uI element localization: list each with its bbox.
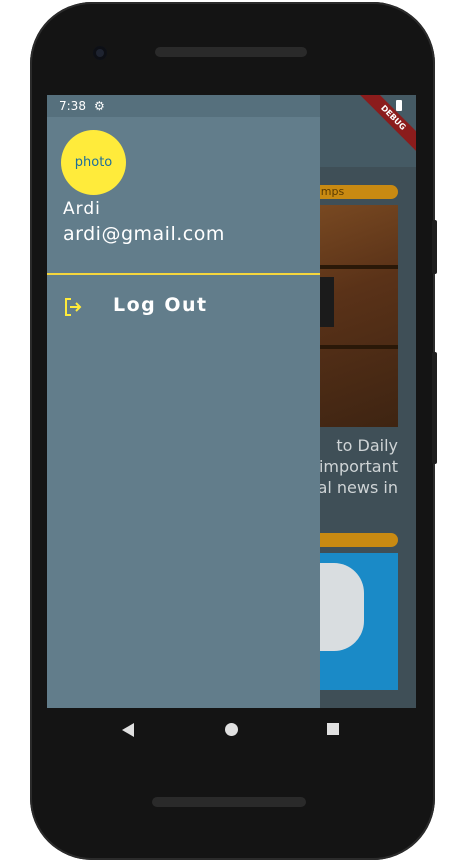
front-camera <box>93 46 107 60</box>
avatar-label: photo <box>74 155 113 170</box>
power-button <box>432 352 437 464</box>
recents-icon[interactable] <box>327 723 339 735</box>
drawer-divider <box>47 273 320 275</box>
home-icon[interactable] <box>225 723 238 736</box>
user-email: ardi@gmail.com <box>63 223 225 245</box>
system-nav-bar <box>47 708 416 753</box>
navigation-drawer: 7:38 ⚙ photo Ardi ardi@gmail.com Log Out <box>47 95 320 708</box>
user-name: Ardi <box>63 199 101 219</box>
news-text-line: important <box>318 457 398 476</box>
status-time: 7:38 <box>59 99 86 113</box>
bottom-speaker <box>152 797 306 807</box>
news-card-text[interactable]: to Daily important al news in <box>313 435 398 498</box>
back-icon[interactable] <box>122 723 134 737</box>
earpiece-speaker <box>155 47 307 57</box>
screen: 7:38 ⚙ amps to Daily important al news i… <box>47 95 416 708</box>
drawer-status-bar: 7:38 ⚙ <box>47 95 320 117</box>
news-text-line: to Daily <box>336 436 398 455</box>
logout-menu-item[interactable]: Log Out <box>47 290 320 326</box>
gear-icon: ⚙ <box>94 99 105 113</box>
avatar[interactable]: photo <box>61 130 126 195</box>
logout-icon <box>65 298 82 316</box>
news-text-line: al news in <box>317 478 398 497</box>
volume-button <box>432 220 437 274</box>
battery-icon <box>396 100 402 111</box>
logout-label: Log Out <box>113 294 208 316</box>
